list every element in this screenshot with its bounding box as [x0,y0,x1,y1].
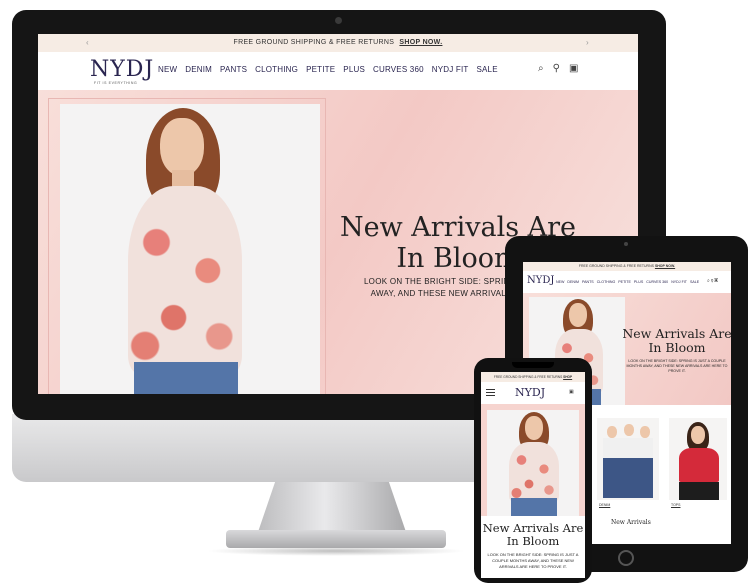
search-icon[interactable]: ⌕ [538,63,544,74]
tablet-nav: NEW DENIM PANTS CLOTHING PETITE PLUS CUR… [556,280,699,284]
tablet-home-button[interactable] [618,550,634,566]
tablet-nav-pants[interactable]: PANTS [582,280,594,284]
tablet-card-tops[interactable] [669,418,727,500]
nav-item-nydj-fit[interactable]: NYDJ FIT [432,65,469,74]
phone-hero-banner[interactable] [481,404,585,516]
imac-camera [335,17,342,24]
chevron-right-icon[interactable]: › [586,34,589,52]
phone-hero-subtext: LOOK ON THE BRIGHT SIDE: SPRING IS JUST … [487,552,579,569]
site-tagline: FIT IS EVERYTHING [94,81,138,85]
tablet-card-tops-caption[interactable]: TOPS [671,503,680,507]
tablet-card-denim-caption[interactable]: DENIM [599,503,610,507]
phone-shop-link[interactable]: SHOP [563,375,572,379]
shop-now-link[interactable]: SHOP NOW. [399,39,442,46]
promo-bar: ‹ FREE GROUND SHIPPING & FREE RETURNS SH… [38,34,638,52]
menu-icon[interactable] [486,389,495,396]
nav-item-sale[interactable]: SALE [476,65,497,74]
tablet-camera [624,242,628,246]
main-nav: NEW DENIM PANTS CLOTHING PETITE PLUS CUR… [158,65,498,74]
site-logo[interactable]: NYDJ [90,58,154,82]
imac-stand [258,480,406,532]
promo-text: FREE GROUND SHIPPING & FREE RETURNS [233,39,395,46]
bag-icon[interactable]: ▣ [569,63,578,74]
tablet-nav-sale[interactable]: SALE [690,280,699,284]
hero-model-image [60,104,320,394]
tablet-headline-line1: New Arrivals Are [622,326,731,341]
tablet-nav-petite[interactable]: PETITE [618,280,631,284]
tablet-header-icons: ⌕⚲▣ [707,278,719,284]
phone-hero-model-image [487,410,579,516]
tablet-hero-headline: New Arrivals Are In Bloom [621,327,731,355]
tablet-nav-clothing[interactable]: CLOTHING [597,280,616,284]
tablet-new-arrivals-title: New Arrivals [611,519,651,526]
tablet-nav-nydj-fit[interactable]: NYDJ FIT [671,280,687,284]
tablet-nav-denim[interactable]: DENIM [567,280,579,284]
tablet-headline-line2: In Bloom [648,340,706,355]
imac-base [226,530,446,548]
site-header: NYDJ FIT IS EVERYTHING NEW DENIM PANTS C… [38,52,638,90]
phone-promo-bar: FREE GROUND SHIPPING & FREE RETURNS SHOP [481,372,585,382]
phone-screen: FREE GROUND SHIPPING & FREE RETURNS SHOP… [481,372,585,578]
phone-header: NYDJ ▣ [481,382,585,404]
tablet-logo[interactable]: NYDJ [527,275,554,286]
tablet-promo-bar: FREE GROUND SHIPPING & FREE RETURNS SHOP… [523,262,731,271]
phone-headline-line2: In Bloom [506,534,560,548]
nav-item-pants[interactable]: PANTS [220,65,247,74]
tablet-nav-curves-360[interactable]: CURVES 360 [646,280,668,284]
chevron-left-icon[interactable]: ‹ [86,34,89,52]
tablet-hero-subtext: LOOK ON THE BRIGHT SIDE: SPRING IS JUST … [626,359,728,373]
tablet-nav-new[interactable]: NEW [556,280,564,284]
nav-item-plus[interactable]: PLUS [343,65,365,74]
tablet-promo-text: FREE GROUND SHIPPING & FREE RETURNS [578,264,654,268]
bag-icon[interactable]: ▣ [569,389,574,395]
tablet-shop-now-link[interactable]: SHOP NOW. [655,264,675,268]
nav-item-petite[interactable]: PETITE [306,65,335,74]
phone-promo-text: FREE GROUND SHIPPING & FREE RETURNS [493,375,563,379]
bag-icon[interactable]: ▣ [714,278,719,284]
account-icon[interactable]: ⚲ [553,63,560,74]
nav-item-denim[interactable]: DENIM [185,65,212,74]
tablet-header: NYDJ NEW DENIM PANTS CLOTHING PETITE PLU… [523,271,731,293]
tablet-nav-plus[interactable]: PLUS [634,280,643,284]
header-icons: ⌕ ⚲ ▣ [538,63,578,74]
phone-logo[interactable]: NYDJ [515,386,545,399]
nav-item-curves-360[interactable]: CURVES 360 [373,65,424,74]
phone-notch [512,362,554,368]
tablet-card-denim[interactable] [597,418,659,500]
nav-item-clothing[interactable]: CLOTHING [255,65,298,74]
phone-hero-headline: New Arrivals Are In Bloom [481,522,585,548]
nav-item-new[interactable]: NEW [158,65,177,74]
